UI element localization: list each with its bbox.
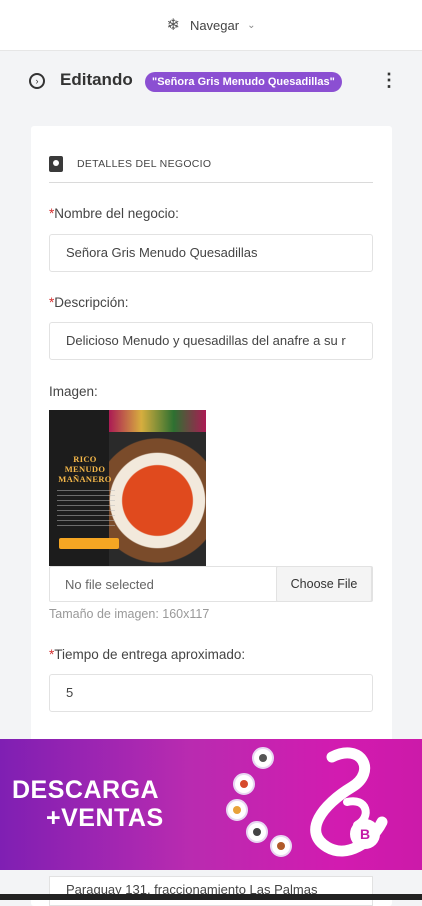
menudo-bowl-image (109, 410, 206, 566)
more-options-icon[interactable]: ⋮ (380, 70, 398, 91)
promo-line-2: +VENTAS (46, 804, 164, 832)
contact-book-icon (49, 156, 63, 172)
delivery-time-input[interactable]: 5 (49, 674, 373, 712)
edit-header: › Editando "Señora Gris Menudo Quesadill… (0, 64, 422, 100)
promo-line-1: DESCARGA (12, 776, 160, 804)
delivery-time-label: *Tiempo de entrega aproximado: (49, 647, 245, 662)
top-navigation-bar: ❄ Navegar ⌄ (0, 0, 422, 51)
image-small-text-lines (57, 490, 115, 530)
page-title: Editando (60, 70, 133, 89)
delivery-time-label-text: Tiempo de entrega aproximado: (54, 647, 246, 662)
chevron-down-icon[interactable]: ⌄ (247, 20, 255, 31)
brand-b-badge: B (350, 819, 380, 849)
papel-picado-decoration (109, 410, 206, 432)
description-label-text: Descripción: (54, 295, 129, 310)
file-status: No file selected (65, 577, 154, 592)
promo-banner[interactable]: DESCARGA +VENTAS B (0, 739, 422, 870)
section-title: DETALLES DEL NEGOCIO (77, 158, 212, 170)
nav-label[interactable]: Navegar (190, 18, 239, 33)
choose-file-button[interactable]: Choose File (276, 566, 372, 602)
food-bubble-icon (226, 799, 248, 821)
image-promo-button (59, 538, 119, 549)
food-bubble-icon (252, 747, 274, 769)
image-label: Imagen: (49, 384, 98, 399)
back-circle-icon[interactable]: › (29, 73, 45, 89)
snowflake-icon[interactable]: ❄ (167, 15, 180, 35)
address-input[interactable]: Paraguay 131, fraccionamiento Las Palmas (49, 876, 373, 906)
brand-swirl-logo-icon (310, 747, 388, 857)
food-bubble-icon (233, 773, 255, 795)
business-image-preview: RICO MENUDO MAÑANERO (49, 410, 206, 566)
business-name-label-text: Nombre del negocio: (54, 206, 179, 221)
image-promo-text: RICO MENUDO MAÑANERO (58, 454, 112, 484)
file-input[interactable]: No file selected Choose File (49, 566, 373, 602)
description-label: *Descripción: (49, 295, 129, 310)
food-bubble-icon (246, 821, 268, 843)
business-name-label: *Nombre del negocio: (49, 206, 179, 221)
business-name-badge: "Señora Gris Menudo Quesadillas" (145, 72, 342, 92)
business-name-input[interactable]: Señora Gris Menudo Quesadillas (49, 234, 373, 272)
food-bubble-icon (270, 835, 292, 857)
bottom-bar (0, 894, 422, 900)
image-size-hint: Tamaño de imagen: 160x117 (49, 607, 210, 621)
description-input[interactable]: Delicioso Menudo y quesadillas del anafr… (49, 322, 373, 360)
section-header: DETALLES DEL NEGOCIO (49, 156, 373, 183)
